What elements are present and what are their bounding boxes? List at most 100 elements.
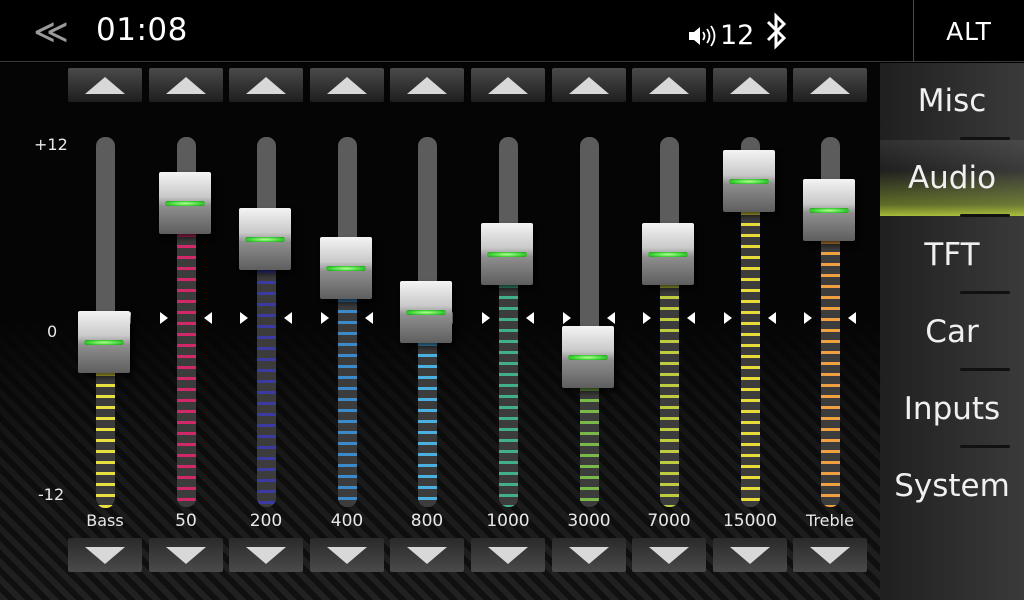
arrow-up-icon — [327, 76, 367, 94]
clock: 01:08 — [96, 12, 188, 48]
eq-up-button[interactable] — [632, 68, 706, 102]
arrow-up-icon — [730, 76, 770, 94]
eq-down-button[interactable] — [632, 538, 706, 572]
knob-indicator-light — [406, 310, 446, 315]
zero-marker-left-icon — [804, 312, 812, 324]
eq-up-button[interactable] — [390, 68, 464, 102]
eq-up-button[interactable] — [552, 68, 626, 102]
knob-indicator-light — [568, 355, 608, 360]
sidebar-item-inputs[interactable]: Inputs — [880, 371, 1024, 447]
knob-indicator-light — [245, 237, 285, 242]
arrow-up-icon — [246, 76, 286, 94]
eq-down-button[interactable] — [793, 538, 867, 572]
zero-marker-left-icon — [160, 312, 168, 324]
eq-down-button[interactable] — [713, 538, 787, 572]
eq-band-7000: 7000 — [632, 63, 706, 600]
knob-indicator-light — [326, 266, 366, 271]
eq-level-fill — [660, 274, 679, 507]
arrow-up-icon — [569, 76, 609, 94]
eq-slider-knob[interactable] — [320, 237, 374, 301]
zero-marker-right-icon — [284, 312, 292, 324]
knob-indicator-light — [487, 252, 527, 257]
arrow-up-icon — [166, 76, 206, 94]
eq-down-button[interactable] — [552, 538, 626, 572]
eq-down-button[interactable] — [229, 538, 303, 572]
arrow-down-icon — [246, 546, 286, 564]
zero-marker-right-icon — [848, 312, 856, 324]
volume-level: 12 — [720, 20, 755, 51]
eq-down-button[interactable] — [390, 538, 464, 572]
zero-marker-left-icon — [482, 312, 490, 324]
sidebar-item-misc[interactable]: Misc — [880, 63, 1024, 139]
eq-band-1000: 1000 — [471, 63, 545, 600]
back-button[interactable]: ≪ — [28, 14, 74, 50]
knob-indicator-light — [809, 208, 849, 213]
alt-button[interactable]: ALT — [913, 0, 1024, 62]
eq-down-button[interactable] — [149, 538, 223, 572]
eq-level-fill — [177, 223, 196, 507]
scale-middle-label: 0 — [47, 322, 58, 341]
eq-up-button[interactable] — [229, 68, 303, 102]
knob-indicator-light — [648, 252, 688, 257]
arrow-up-icon — [810, 76, 850, 94]
knob-indicator-light — [729, 179, 769, 184]
eq-slider-knob[interactable] — [562, 326, 616, 390]
eq-band-label: 15000 — [722, 511, 778, 531]
double-chevron-left-icon: ≪ — [33, 12, 69, 52]
eq-level-fill — [418, 332, 437, 507]
arrow-down-icon — [730, 546, 770, 564]
sidebar-item-audio[interactable]: Audio — [880, 140, 1024, 216]
eq-slider-knob[interactable] — [803, 179, 857, 243]
eq-down-button[interactable] — [310, 538, 384, 572]
speaker-icon — [689, 24, 716, 47]
eq-up-button[interactable] — [68, 68, 142, 102]
top-bar: ≪ 01:08 12 ALT — [0, 0, 1024, 62]
eq-up-button[interactable] — [149, 68, 223, 102]
eq-band-label: 1000 — [486, 511, 530, 531]
zero-marker-right-icon — [365, 312, 373, 324]
arrow-up-icon — [407, 76, 447, 94]
sidebar-item-tft[interactable]: TFT — [880, 217, 1024, 293]
eq-band-label: 800 — [410, 511, 444, 531]
bluetooth-icon — [764, 12, 790, 54]
zero-marker-left-icon — [724, 312, 732, 324]
eq-level-fill — [499, 274, 518, 507]
sidebar-item-system[interactable]: System — [880, 448, 1024, 524]
scale-bottom-label: -12 — [38, 485, 65, 504]
zero-marker-right-icon — [768, 312, 776, 324]
zero-marker-right-icon — [607, 312, 615, 324]
eq-band-label: 400 — [330, 511, 364, 531]
sidebar-item-car[interactable]: Car — [880, 294, 1024, 370]
eq-up-button[interactable] — [793, 68, 867, 102]
eq-level-fill — [338, 288, 357, 507]
eq-level-fill — [96, 362, 115, 508]
eq-slider-knob[interactable] — [642, 223, 696, 287]
zero-marker-left-icon — [643, 312, 651, 324]
eq-slider-knob[interactable] — [239, 208, 293, 272]
arrow-up-icon — [488, 76, 528, 94]
eq-down-button[interactable] — [68, 538, 142, 572]
eq-level-fill — [821, 230, 840, 507]
equalizer-panel: +12 0 -12 Bass 50 200 400 800 1000 3000 7000 150… — [0, 63, 880, 600]
eq-slider-knob[interactable] — [159, 172, 213, 236]
arrow-up-icon — [649, 76, 689, 94]
eq-band-200: 200 — [229, 63, 303, 600]
eq-band-label: Treble — [806, 511, 854, 530]
eq-slider-knob[interactable] — [400, 281, 454, 345]
eq-band-label: 50 — [175, 511, 197, 531]
volume-indicator[interactable]: 12 — [688, 20, 754, 51]
eq-slider-knob[interactable] — [481, 223, 535, 287]
eq-up-button[interactable] — [310, 68, 384, 102]
eq-band-15000: 15000 — [713, 63, 787, 600]
zero-marker-left-icon — [321, 312, 329, 324]
eq-up-button[interactable] — [713, 68, 787, 102]
arrow-down-icon — [488, 546, 528, 564]
eq-band-400: 400 — [310, 63, 384, 600]
arrow-down-icon — [166, 546, 206, 564]
zero-marker-left-icon — [240, 312, 248, 324]
eq-slider-knob[interactable] — [723, 150, 777, 214]
eq-down-button[interactable] — [471, 538, 545, 572]
eq-up-button[interactable] — [471, 68, 545, 102]
eq-band-label: 200 — [249, 511, 283, 531]
eq-slider-knob[interactable] — [78, 311, 132, 375]
